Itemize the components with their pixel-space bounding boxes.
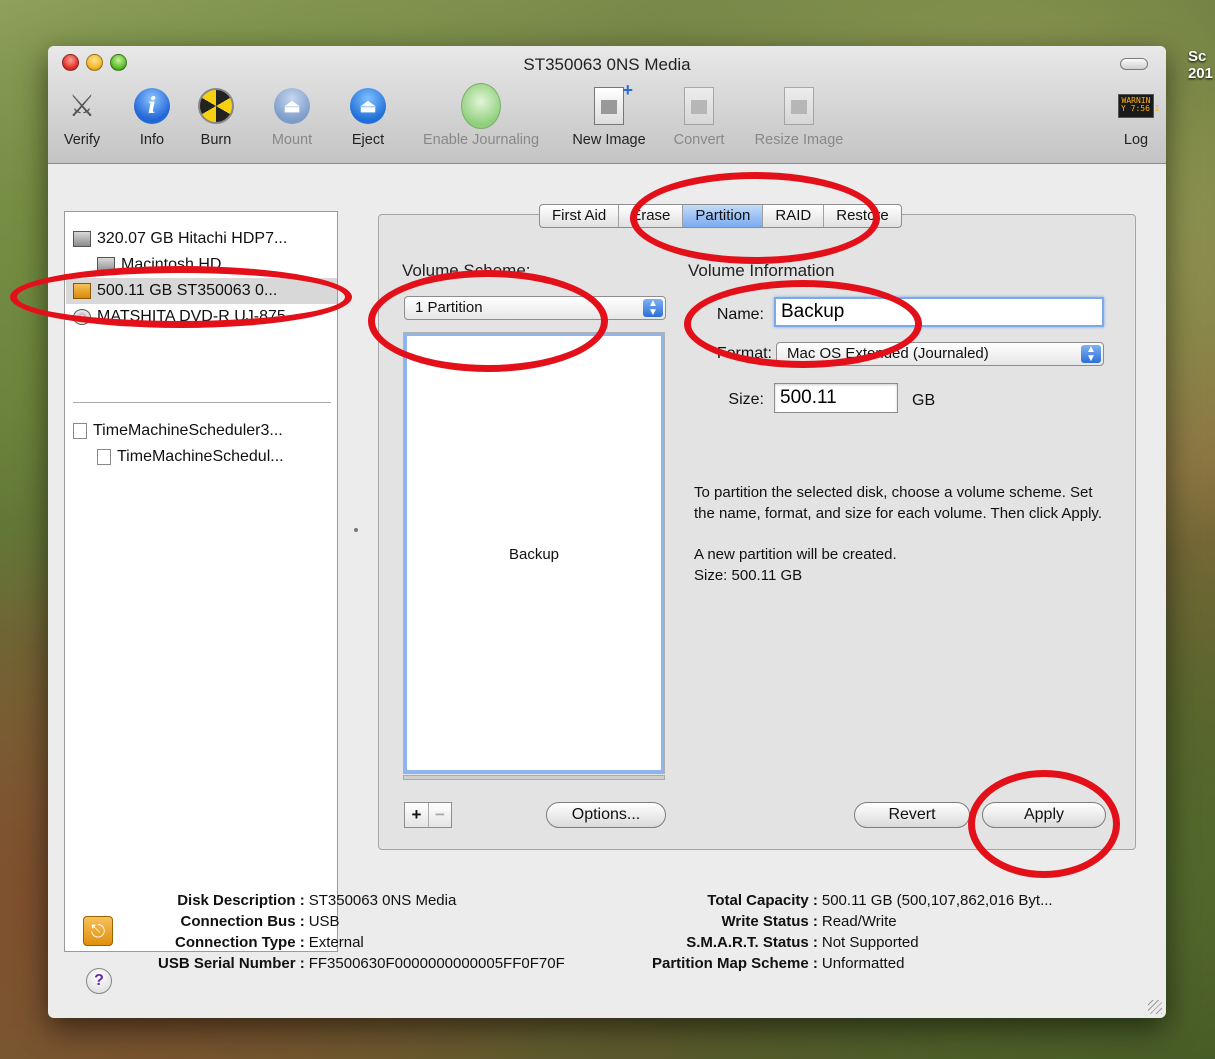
convert-button[interactable]: Convert (666, 86, 732, 148)
resize-image-button[interactable]: Resize Image (744, 86, 854, 148)
size-label: Size: (728, 391, 764, 408)
toolbar-toggle-button[interactable] (1120, 58, 1148, 70)
sidebar-divider (73, 402, 331, 403)
popup-arrows-icon: ▲ ▼ (1081, 345, 1101, 364)
desktop-label: Sc 201 (1187, 48, 1213, 82)
disk-utility-window: ST350063 0NS Media ⚔ Verify i Info Burn … (48, 46, 1166, 1018)
popup-arrows-icon: ▲ ▼ (643, 299, 663, 318)
partition-status-line1: A new partition will be created. (694, 546, 897, 563)
disk-info-left: Disk Description : ST350063 0NS Media Con… (158, 892, 565, 972)
name-field[interactable] (774, 297, 1104, 327)
remove-partition-button[interactable]: − (428, 803, 451, 827)
eject-button[interactable]: ⏏ Eject (346, 86, 390, 148)
sidebar-item-tm-volume[interactable]: TimeMachineSchedul... (97, 444, 284, 470)
usb-drive-icon (73, 283, 91, 299)
sidebar-item-macintosh-hd[interactable]: Macintosh HD (97, 252, 221, 278)
microscope-icon: ⚔ (68, 89, 96, 123)
enable-journaling-button[interactable]: Enable Journaling (408, 83, 554, 148)
hard-drive-icon (73, 231, 91, 247)
info-icon: i (134, 88, 170, 124)
eject-icon: ⏏ (350, 88, 386, 124)
partition-status-line2: Size: 500.11 GB (694, 567, 803, 584)
partition-map-footer (403, 775, 665, 780)
name-label: Name: (716, 306, 764, 323)
size-field[interactable] (774, 383, 898, 413)
partition-map[interactable]: Backup (404, 333, 664, 773)
resize-image-icon (784, 87, 814, 125)
volume-icon (97, 449, 111, 465)
apply-button[interactable]: Apply (982, 802, 1106, 828)
volume-scheme-select[interactable]: 1 Partition ▲ ▼ (404, 296, 666, 320)
volume-scheme-heading: Volume Scheme: (402, 261, 531, 280)
new-image-button[interactable]: + New Image (562, 80, 656, 148)
burn-icon (198, 88, 234, 124)
log-icon: WARNIN Y 7:56 I (1118, 94, 1160, 118)
disk-image-icon (73, 423, 87, 439)
options-button[interactable]: Options... (546, 802, 666, 828)
disk-info-right: Total Capacity :500.11 GB (500,107,862,0… (652, 892, 1053, 972)
volume-information-heading: Volume Information (688, 261, 835, 280)
size-unit-label: GB (912, 392, 936, 409)
format-label: Format: (716, 345, 772, 362)
verify-button[interactable]: ⚔ Verify (60, 86, 104, 149)
help-button[interactable]: ? (86, 968, 112, 994)
toolbar: ST350063 0NS Media ⚔ Verify i Info Burn … (48, 46, 1166, 164)
new-image-icon: + (594, 80, 633, 125)
partition-help-text: To partition the selected disk, choose a… (694, 482, 1104, 586)
format-select[interactable]: Mac OS Extended (Journaled) ▲ ▼ (776, 342, 1104, 366)
tab-restore[interactable]: Restore (824, 205, 901, 227)
tab-partition[interactable]: Partition (683, 205, 764, 227)
log-button[interactable]: WARNIN Y 7:56 I Log (1116, 86, 1160, 148)
disk-list: 320.07 GB Hitachi HDP7... Macintosh HD 5… (64, 211, 338, 952)
dvd-icon (73, 309, 91, 325)
tab-raid[interactable]: RAID (763, 205, 825, 227)
volume-icon (97, 257, 115, 273)
resize-grip[interactable] (1148, 1000, 1162, 1014)
add-remove-partition: + − (404, 802, 452, 828)
disk-info-area: ⎋ ? Disk Description : ST350063 0NS Media… (48, 864, 1166, 1018)
burn-button[interactable]: Burn (194, 86, 238, 148)
usb-drive-icon: ⎋ (83, 916, 113, 946)
sidebar-item-st350063[interactable]: 500.11 GB ST350063 0... (66, 278, 337, 304)
add-partition-button[interactable]: + (405, 803, 428, 827)
sidebar-item-hitachi[interactable]: 320.07 GB Hitachi HDP7... (73, 226, 287, 252)
tab-bar: First Aid Erase Partition RAID Restore (539, 204, 902, 228)
mount-icon: ⏏ (274, 88, 310, 124)
info-button[interactable]: i Info (130, 86, 174, 148)
sidebar-item-tm-image[interactable]: TimeMachineScheduler3... (73, 418, 283, 444)
sidebar-item-dvd[interactable]: MATSHITA DVD-R UJ-875 (73, 304, 286, 330)
convert-icon (684, 87, 714, 125)
tab-erase[interactable]: Erase (619, 205, 684, 227)
tab-first-aid[interactable]: First Aid (540, 205, 620, 227)
journaling-icon (461, 83, 501, 129)
window-title: ST350063 0NS Media (523, 55, 691, 74)
partition-map-label: Backup (508, 546, 560, 563)
mount-button[interactable]: ⏏ Mount (264, 86, 320, 148)
revert-button[interactable]: Revert (854, 802, 970, 828)
split-view-handle[interactable] (354, 528, 358, 532)
